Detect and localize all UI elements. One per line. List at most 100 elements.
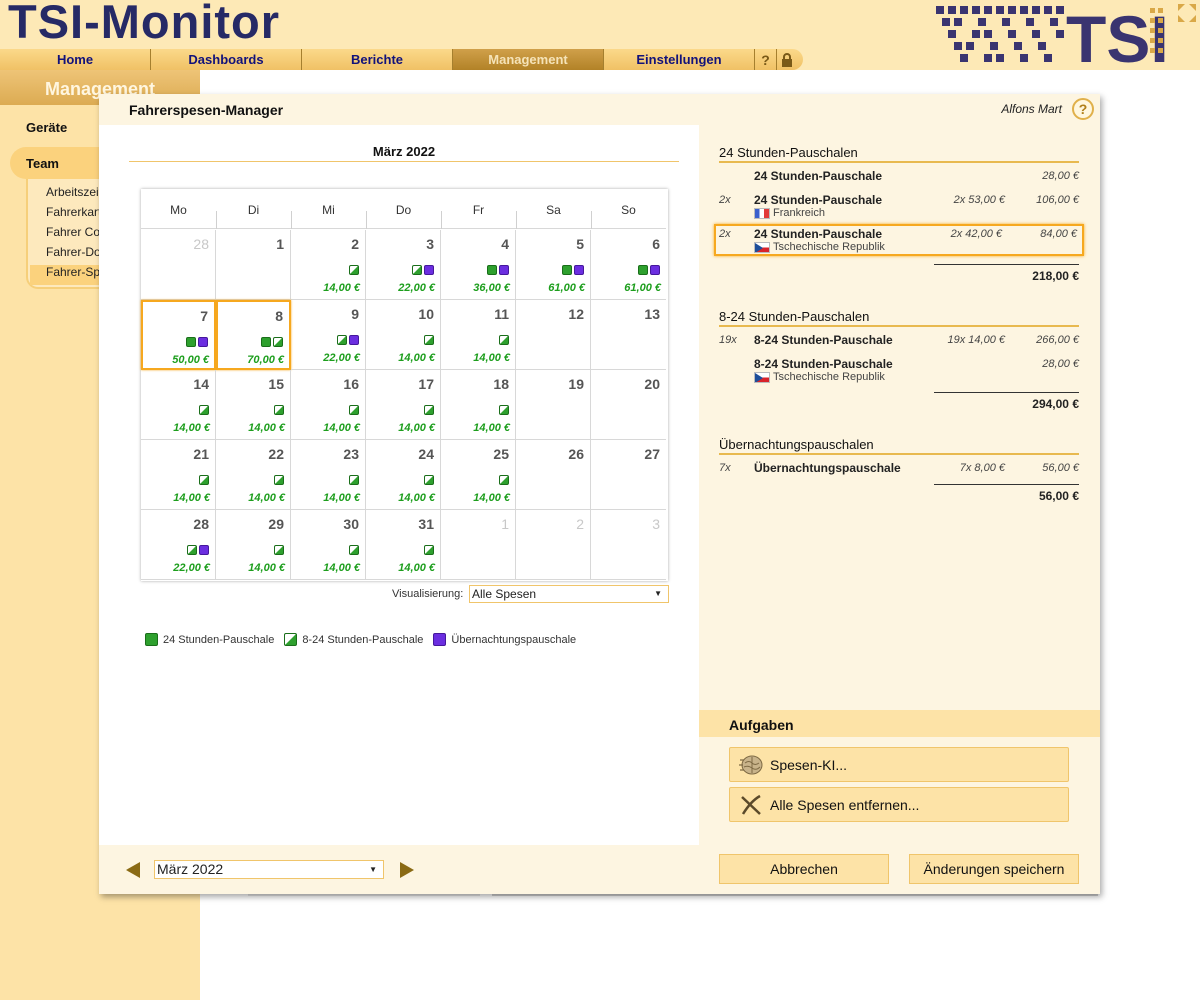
calendar-day-cell[interactable]: 28 22,00 € [141,510,216,580]
sidebar-item-team[interactable]: Team [26,156,59,171]
app-title: TSI-Monitor [8,0,281,48]
day-expense-icons [199,475,209,485]
weekday-label: Mi [322,203,335,217]
calendar-grid: Mo Di Mi Do Fr Sa So 28 1 2 14,00 €3 22,00 €4 36,00… [141,189,668,581]
calendar-day-cell[interactable]: 27 [591,440,666,510]
summary-row[interactable]: 7x Übernachtungspauschale 7x 8,00 € 56,00 € [719,459,1081,487]
day-expense-icons [499,405,509,415]
day-amount: 14,00 € [248,422,285,434]
nav-tab-management[interactable]: Management [453,49,604,70]
calendar-day-cell[interactable]: 16 14,00 € [291,370,366,440]
day-number: 29 [268,516,284,532]
background-divider [248,894,480,896]
calendar-day-cell[interactable]: 18 14,00 € [441,370,516,440]
summary-row[interactable]: 8-24 Stunden-Pauschale Tschechische Repub… [719,355,1081,383]
day-number: 23 [343,446,359,462]
tasks-header: Aufgaben [699,710,1100,737]
partial-day-allowance-icon [424,475,434,485]
calendar-day-cell[interactable]: 12 [516,300,591,370]
day-number: 2 [576,516,584,532]
calendar-day-cell[interactable]: 6 61,00 € [591,230,666,300]
sidebar-subitem[interactable]: Fahrer-Do [46,245,101,259]
calendar-day-cell[interactable]: 2 14,00 € [291,230,366,300]
calendar-day-cell[interactable]: 4 36,00 € [441,230,516,300]
summary-row-unit-price: 19x 14,00 € [947,334,1006,346]
collapse-arrows-icon[interactable] [1176,2,1198,24]
calendar-day-cell[interactable]: 3 22,00 € [366,230,441,300]
help-icon[interactable]: ? [1072,98,1094,120]
calendar-day-cell[interactable]: 23 14,00 € [291,440,366,510]
month-select[interactable]: März 2022 ▼ [154,860,384,879]
calendar-day-cell[interactable]: 1 [441,510,516,580]
day-number: 20 [644,376,660,392]
country-name: Tschechische Republik [773,371,885,383]
partial-day-allowance-icon [274,545,284,555]
day-number: 4 [501,236,509,252]
calendar-day-cell[interactable]: 14 14,00 € [141,370,216,440]
calendar-day-cell[interactable]: 5 61,00 € [516,230,591,300]
partial-day-allowance-icon [499,405,509,415]
next-month-arrow-icon[interactable] [400,862,414,878]
nav-tab-dashboards[interactable]: Dashboards [151,49,302,70]
visualization-select-value: Alle Spesen [472,587,537,601]
calendar-day-cell[interactable]: 29 14,00 € [216,510,291,580]
overnight-allowance-icon [574,265,584,275]
expense-ai-button[interactable]: Spesen-KI... [729,747,1069,782]
visualization-select[interactable]: Alle Spesen ▼ [469,585,669,603]
calendar-day-cell[interactable]: 11 14,00 € [441,300,516,370]
calendar-day-cell[interactable]: 1 [216,230,291,300]
sidebar-subitem[interactable]: Arbeitszeit [46,185,102,199]
nav-tab-berichte[interactable]: Berichte [302,49,453,70]
summary-section-title: Übernachtungspauschalen [719,437,1079,455]
calendar-day-cell[interactable]: 30 14,00 € [291,510,366,580]
summary-row-label: 8-24 Stunden-Pauschale [754,357,893,371]
nav-tab-home[interactable]: Home [0,49,151,70]
full-day-allowance-icon [145,633,158,646]
nav-tab-einstellungen[interactable]: Einstellungen [604,49,755,70]
calendar-day-cell[interactable]: 22 14,00 € [216,440,291,510]
previous-month-arrow-icon[interactable] [126,862,140,878]
calendar-day-cell[interactable]: 24 14,00 € [366,440,441,510]
remove-cross-icon [738,792,764,818]
calendar-day-cell[interactable]: 17 14,00 € [366,370,441,440]
remove-all-expenses-label: Alle Spesen entfernen... [770,796,920,813]
legend-item: 8-24 Stunden-Pauschale [284,633,423,646]
full-day-allowance-icon [487,265,497,275]
calendar-day-cell[interactable]: 10 14,00 € [366,300,441,370]
legend-item: Übernachtungspauschale [433,633,576,646]
calendar-day-cell[interactable]: 2 [516,510,591,580]
calendar-day-cell[interactable]: 25 14,00 € [441,440,516,510]
calendar-day-cell[interactable]: 28 [141,230,216,300]
summary-row-label: 24 Stunden-Pauschale [754,193,883,207]
calendar-day-cell[interactable]: 8 70,00 € [216,300,291,370]
sidebar-item-geraete[interactable]: Geräte [26,120,67,135]
summary-row[interactable]: 2x 24 Stunden-Pauschale Tschechische Repub… [714,224,1084,256]
calendar-day-cell[interactable]: 26 [516,440,591,510]
calendar-day-cell[interactable]: 31 14,00 € [366,510,441,580]
day-expense-icons [412,265,434,275]
cancel-button[interactable]: Abbrechen [719,854,889,884]
day-number: 16 [343,376,359,392]
calendar-day-cell[interactable]: 21 14,00 € [141,440,216,510]
summary-row[interactable]: 2x 24 Stunden-Pauschale Frankreich 2x 53,00… [719,191,1081,219]
day-expense-icons [424,405,434,415]
lock-icon[interactable] [777,49,803,70]
calendar-day-cell[interactable]: 9 22,00 € [291,300,366,370]
calendar-day-cell[interactable]: 20 [591,370,666,440]
calendar-day-cell[interactable]: 3 [591,510,666,580]
calendar-day-cell[interactable]: 15 14,00 € [216,370,291,440]
partial-day-allowance-icon [349,265,359,275]
sidebar-subitem[interactable]: Fahrerkart [46,205,101,219]
calendar-day-cell[interactable]: 7 50,00 € [141,300,216,370]
calendar-legend: 24 Stunden-Pauschale 8-24 Stunden-Pauscha… [145,633,576,646]
calendar-day-cell[interactable]: 13 [591,300,666,370]
partial-day-allowance-icon [199,475,209,485]
help-icon[interactable]: ? [755,49,777,70]
day-amount: 14,00 € [398,492,435,504]
calendar-day-cell[interactable]: 19 [516,370,591,440]
sidebar-subitem[interactable]: Fahrer-Sp [46,265,100,279]
day-number: 11 [494,306,509,322]
sidebar-subitem[interactable]: Fahrer Co [46,225,100,239]
save-changes-button[interactable]: Änderungen speichern [909,854,1079,884]
remove-all-expenses-button[interactable]: Alle Spesen entfernen... [729,787,1069,822]
